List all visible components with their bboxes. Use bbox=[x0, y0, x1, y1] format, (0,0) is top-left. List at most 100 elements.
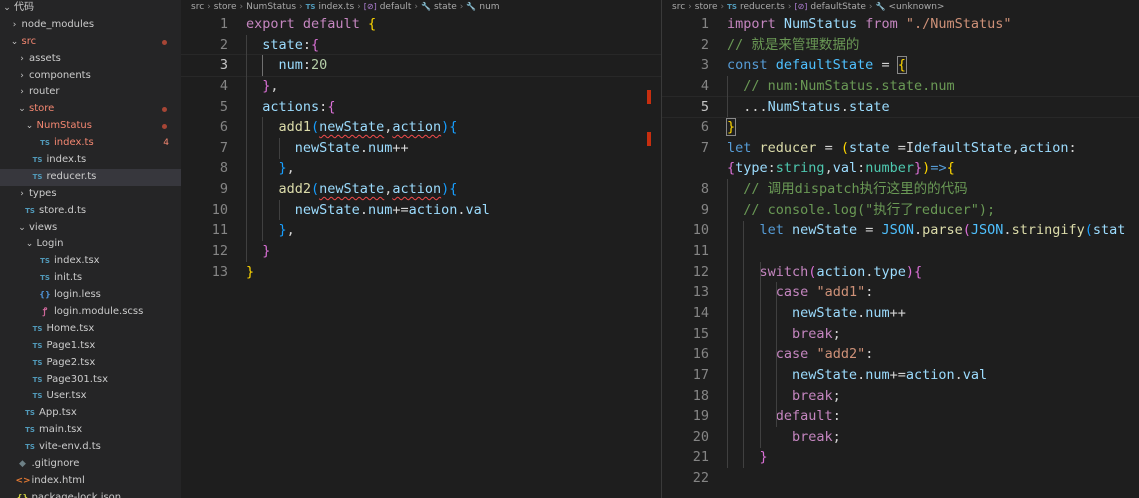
code-line[interactable]: 5 actions:{ bbox=[181, 97, 661, 118]
tree-item[interactable]: TS vite-env.d.ts bbox=[0, 439, 181, 456]
code-line[interactable]: 11 bbox=[662, 241, 1139, 262]
code-line[interactable]: 9 // console.log("执行了reducer"); bbox=[662, 200, 1139, 221]
tree-item[interactable]: TS init.ts bbox=[0, 270, 181, 287]
tree-item[interactable]: › router bbox=[0, 84, 181, 101]
tree-item-label: views bbox=[29, 221, 58, 233]
breadcrumb-item[interactable]: NumStatus bbox=[246, 2, 296, 12]
editor-reducer-ts[interactable]: src › store › TS reducer.ts › [⊘] defaultState › 🔧… bbox=[662, 0, 1139, 498]
code-line[interactable]: 6 add1(newState,action){ bbox=[181, 117, 661, 138]
code-line[interactable]: 3 const defaultState = { bbox=[662, 55, 1139, 76]
code-line[interactable]: 6} bbox=[662, 117, 1139, 138]
code-area[interactable]: 1 export default {2 state:{3 num:20 4 }, 5 … bbox=[181, 14, 661, 282]
tree-item[interactable]: TS Page1.tsx bbox=[0, 338, 181, 355]
code-line[interactable]: 12 switch(action.type){ bbox=[662, 262, 1139, 283]
code-line[interactable]: 8 // 调用dispatch执行这里的的代码 bbox=[662, 179, 1139, 200]
breadcrumb-item[interactable]: num bbox=[479, 2, 499, 12]
code-line[interactable]: 3 num:20 bbox=[181, 54, 661, 77]
breadcrumb-item[interactable]: src bbox=[191, 2, 204, 12]
breadcrumb-item[interactable]: defaultState bbox=[810, 2, 866, 12]
chevron-right-icon: › bbox=[20, 53, 24, 64]
tree-item[interactable]: TS index.tsx bbox=[0, 253, 181, 270]
code-line[interactable]: 13 case "add1": bbox=[662, 282, 1139, 303]
code-token: : bbox=[302, 57, 312, 74]
line-number: 11 bbox=[211, 222, 228, 239]
code-line[interactable]: 2 // 就是来管理数据的 bbox=[662, 35, 1139, 56]
breadcrumb-item[interactable]: reducer.ts bbox=[740, 2, 785, 12]
breadcrumb-item[interactable]: store bbox=[214, 2, 237, 12]
breadcrumb-item[interactable]: src bbox=[672, 2, 685, 12]
code-line[interactable]: 10 let newState = JSON.parse(JSON.string… bbox=[662, 220, 1139, 241]
code-line[interactable]: 16 case "add2": bbox=[662, 344, 1139, 365]
vertical-scrollbar[interactable] bbox=[647, 14, 661, 498]
tree-item[interactable]: ⌄ store bbox=[0, 101, 181, 118]
breadcrumb-item[interactable]: <unknown> bbox=[889, 2, 945, 12]
breadcrumb-item[interactable]: default bbox=[380, 2, 412, 12]
tree-item[interactable]: TS reducer.ts bbox=[0, 168, 181, 186]
code-line[interactable]: 4 }, bbox=[181, 76, 661, 97]
code-token: add1 bbox=[278, 119, 312, 136]
tree-item[interactable]: TS index.ts 4 bbox=[0, 135, 181, 152]
code-line[interactable]: 18 break; bbox=[662, 386, 1139, 407]
tree-item[interactable]: ⌄ 代码 bbox=[0, 0, 181, 17]
indent-guide bbox=[278, 137, 280, 159]
tree-item[interactable]: TS Page2.tsx bbox=[0, 355, 181, 372]
code-line[interactable]: 17 newState.num+=action.val bbox=[662, 365, 1139, 386]
tree-item[interactable]: ꝭ login.module.scss bbox=[0, 304, 181, 321]
tree-item[interactable]: TS App.tsx bbox=[0, 405, 181, 422]
line-number: 21 bbox=[692, 449, 709, 466]
tree-item[interactable]: ⌄ Login bbox=[0, 236, 181, 253]
code-text: }, bbox=[246, 76, 278, 97]
breadcrumb-item[interactable]: state bbox=[434, 2, 457, 12]
tree-item[interactable]: TS Page301.tsx bbox=[0, 372, 181, 389]
code-line[interactable]: 11 }, bbox=[181, 220, 661, 241]
code-line[interactable]: 15 break; bbox=[662, 324, 1139, 345]
tree-item[interactable]: › assets bbox=[0, 51, 181, 68]
tree-item[interactable]: {} login.less bbox=[0, 287, 181, 304]
tree-item[interactable]: TS Home.tsx bbox=[0, 321, 181, 338]
code-token: = bbox=[873, 57, 898, 74]
code-line[interactable]: 8 }, bbox=[181, 158, 661, 179]
tree-item[interactable]: TS User.tsx bbox=[0, 388, 181, 405]
code-line[interactable]: 20 break; bbox=[662, 427, 1139, 448]
code-line[interactable]: 14 newState.num++ bbox=[662, 303, 1139, 324]
code-line[interactable]: 7 newState.num++ bbox=[181, 138, 661, 159]
code-line[interactable]: 13} bbox=[181, 262, 661, 283]
code-area[interactable]: 1 import NumStatus from "./NumStatus" 2 // … bbox=[662, 14, 1139, 489]
code-line[interactable]: 7 let reducer = (state =IdefaultState,act… bbox=[662, 138, 1139, 159]
code-line[interactable]: 22 bbox=[662, 468, 1139, 489]
code-token: , bbox=[286, 160, 295, 177]
tree-item[interactable]: ⌄ src bbox=[0, 34, 181, 51]
code-token: export bbox=[246, 16, 295, 32]
code-line[interactable]: 21 } bbox=[662, 447, 1139, 468]
tree-item[interactable]: {} package-lock.json bbox=[0, 490, 181, 498]
code-line[interactable]: 10 newState.num+=action.val bbox=[181, 200, 661, 221]
tree-item[interactable]: <> index.html bbox=[0, 473, 181, 490]
code-line[interactable]: {type:string,val:number})=>{ bbox=[662, 158, 1139, 179]
code-line[interactable]: 19 default: bbox=[662, 406, 1139, 427]
editor-index-ts[interactable]: src › store › NumStatus › TS index.ts › [⊘] defaul… bbox=[181, 0, 661, 498]
tree-item[interactable]: › types bbox=[0, 186, 181, 203]
git-file-icon: ◆ bbox=[19, 459, 26, 470]
tree-item[interactable]: ⌄ views bbox=[0, 220, 181, 237]
tree-item[interactable]: ⌄ NumStatus bbox=[0, 118, 181, 135]
code-line[interactable]: 9 add2(newState,action){ bbox=[181, 179, 661, 200]
code-line[interactable]: 4 // num:NumStatus.state.num bbox=[662, 76, 1139, 97]
code-line[interactable]: 5 ...NumStatus.state bbox=[662, 95, 1139, 119]
tree-item[interactable]: ◆ .gitignore bbox=[0, 456, 181, 473]
breadcrumb[interactable]: src › store › TS reducer.ts › [⊘] defaultState › 🔧… bbox=[672, 0, 947, 14]
tree-item[interactable]: TS store.d.ts bbox=[0, 203, 181, 220]
tree-item[interactable]: TS index.ts bbox=[0, 152, 181, 169]
tree-item[interactable]: › components bbox=[0, 68, 181, 85]
breadcrumb-item[interactable]: store bbox=[695, 2, 718, 12]
breadcrumb-item[interactable]: index.ts bbox=[318, 2, 354, 12]
line-number: 10 bbox=[211, 201, 228, 218]
code-line[interactable]: 1 import NumStatus from "./NumStatus" bbox=[662, 14, 1139, 35]
code-line[interactable]: 2 state:{ bbox=[181, 35, 661, 56]
tree-item[interactable]: › node_modules bbox=[0, 17, 181, 34]
breadcrumb[interactable]: src › store › NumStatus › TS index.ts › [⊘] defaul… bbox=[191, 0, 503, 14]
code-line[interactable]: 12 } bbox=[181, 241, 661, 262]
tree-item[interactable]: TS main.tsx bbox=[0, 422, 181, 439]
code-line[interactable]: 1 export default { bbox=[181, 14, 661, 35]
